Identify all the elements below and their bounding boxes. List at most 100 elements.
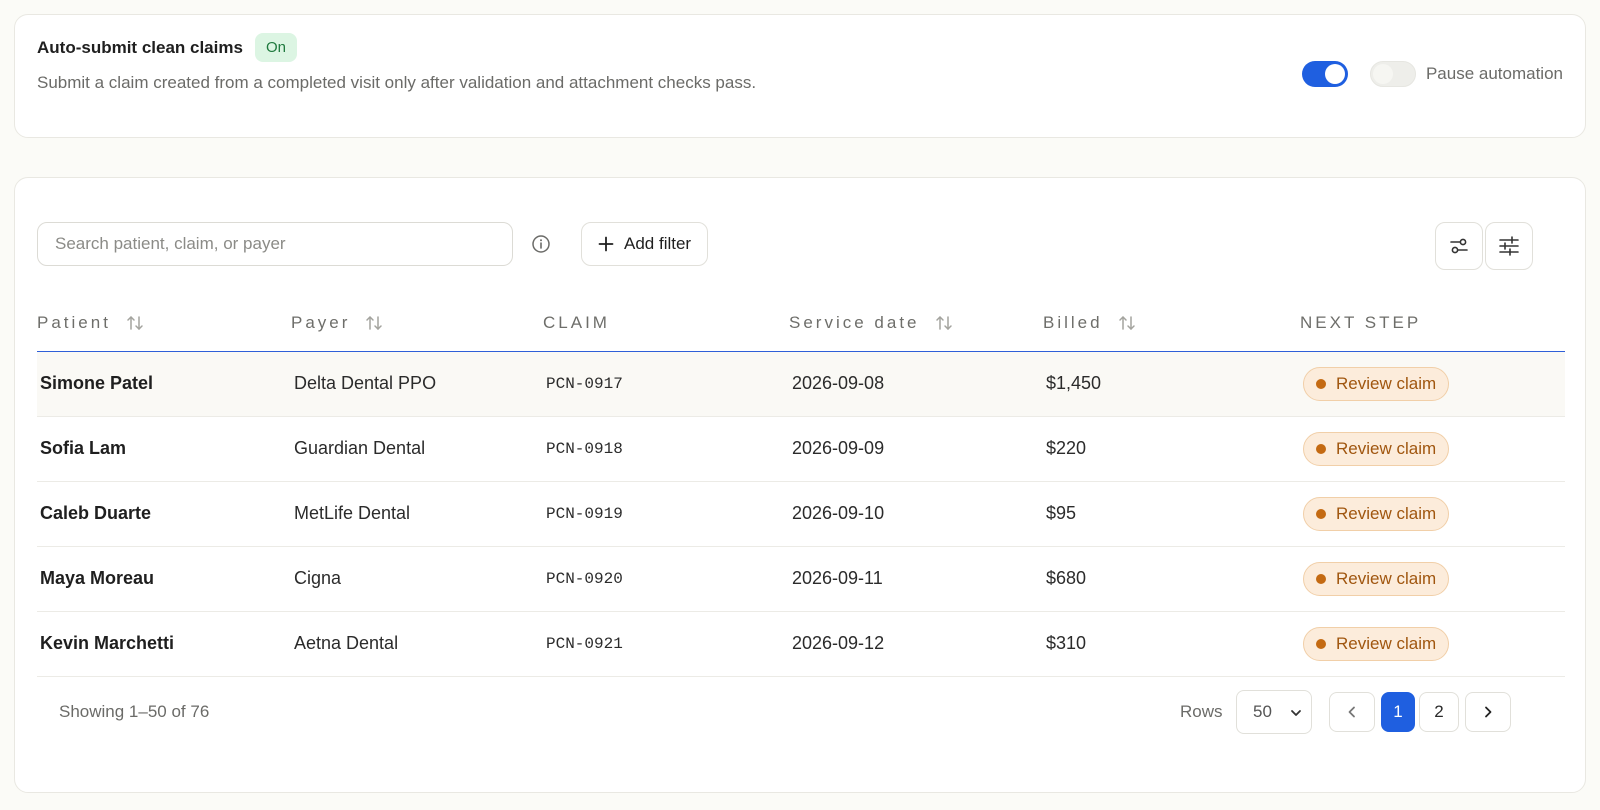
claims-table: Patient Payer CLAIM Service date Billed NEXT …: [37, 296, 1565, 677]
payer-cell: MetLife Dental: [291, 481, 543, 547]
column-header-label: Service date: [789, 313, 920, 333]
column-header: CLAIM: [543, 296, 789, 352]
next-step-label: Review claim: [1336, 633, 1437, 653]
page-2-button[interactable]: 2: [1419, 692, 1459, 732]
column-header-content: Billed: [1043, 313, 1137, 333]
info-icon[interactable]: [531, 234, 551, 254]
billed-amount-cell: $680: [1043, 546, 1300, 612]
column-header[interactable]: Patient: [37, 296, 291, 352]
rows-per-page-value: 50: [1253, 702, 1272, 721]
table-body: Simone Patel Delta Dental PPO PCN-0917 2026…: [37, 351, 1565, 677]
claim-id-cell: PCN-0918: [543, 416, 789, 482]
next-step-cell: Review claim: [1300, 481, 1565, 547]
table-header-row: Patient Payer CLAIM Service date Billed NEXT …: [37, 296, 1565, 352]
next-step-cell: Review claim: [1300, 611, 1565, 677]
status-dot-icon: [1316, 378, 1326, 389]
service-date-cell: 2026-09-08: [789, 351, 1043, 417]
column-header-label: Patient: [37, 313, 111, 333]
review-claim-button[interactable]: Review claim: [1303, 366, 1450, 401]
next-page-button[interactable]: [1465, 692, 1511, 732]
add-filter-label: Add filter: [624, 234, 692, 253]
billed-amount-cell: $1,450: [1043, 351, 1300, 417]
column-header: NEXT STEP: [1300, 296, 1565, 352]
sliders-icon: [1450, 238, 1468, 254]
chevron-down-icon: [1291, 710, 1301, 716]
review-claim-button[interactable]: Review claim: [1303, 561, 1450, 596]
next-step-label: Review claim: [1336, 438, 1437, 458]
sort-icon[interactable]: [1117, 314, 1137, 332]
next-step-label: Review claim: [1336, 373, 1437, 393]
column-header-label: Billed: [1043, 313, 1103, 333]
table-row[interactable]: Maya Moreau Cigna PCN-0920 2026-09-11 $680 Re…: [37, 546, 1565, 612]
column-header[interactable]: Service date: [789, 296, 1043, 352]
review-claim-button[interactable]: Review claim: [1303, 626, 1450, 661]
page-1-button[interactable]: 1: [1381, 692, 1415, 732]
column-header-content: NEXT STEP: [1300, 313, 1421, 333]
patient-cell: Maya Moreau: [37, 546, 291, 612]
search-input[interactable]: [37, 222, 513, 266]
column-header-label: Payer: [291, 313, 351, 333]
service-date-cell: 2026-09-09: [789, 416, 1043, 482]
review-claim-button[interactable]: Review claim: [1303, 496, 1450, 531]
sort-icon[interactable]: [125, 314, 145, 332]
sort-icon[interactable]: [364, 314, 384, 332]
previous-page-button[interactable]: [1329, 692, 1375, 732]
column-header-content: Payer: [291, 313, 384, 333]
next-step-cell: Review claim: [1300, 546, 1565, 612]
rows-per-page-select[interactable]: 50: [1236, 690, 1312, 734]
automation-controls: Pause automation: [1301, 61, 1563, 87]
payer-cell: Cigna: [291, 546, 543, 612]
column-header-label: NEXT STEP: [1300, 313, 1422, 333]
plus-icon: [598, 236, 614, 252]
chevron-left-icon: [1348, 706, 1355, 718]
auto-submit-toggle[interactable]: [1301, 61, 1348, 87]
add-filter-button[interactable]: Add filter: [581, 222, 709, 266]
claim-id-cell: PCN-0917: [543, 351, 789, 417]
pause-automation-control: Pause automation: [1369, 61, 1563, 87]
column-header-content: Service date: [789, 313, 954, 333]
claims-table-card: Add filter Patient Payer CLAIM Service date…: [14, 177, 1586, 793]
billed-amount-cell: $310: [1043, 611, 1300, 677]
status-dot-icon: [1316, 638, 1326, 649]
patient-cell: Caleb Duarte: [37, 481, 291, 547]
table-row[interactable]: Sofia Lam Guardian Dental PCN-0918 2026-09-…: [37, 416, 1565, 482]
column-header[interactable]: Billed: [1043, 296, 1300, 352]
next-step-label: Review claim: [1336, 503, 1437, 523]
table-header: Patient Payer CLAIM Service date Billed NEXT …: [37, 296, 1565, 352]
patient-cell: Simone Patel: [37, 351, 291, 417]
status-badge: On: [254, 33, 297, 62]
service-date-cell: 2026-09-10: [789, 481, 1043, 547]
column-header[interactable]: Payer: [291, 296, 543, 352]
next-step-cell: Review claim: [1300, 416, 1565, 482]
service-date-cell: 2026-09-12: [789, 611, 1043, 677]
service-date-cell: 2026-09-11: [789, 546, 1043, 612]
settings-sliders-icon: [1499, 236, 1519, 256]
view-options-button[interactable]: [1435, 222, 1483, 270]
automation-description: Submit a claim created from a completed …: [37, 73, 757, 92]
billed-amount-cell: $95: [1043, 481, 1300, 547]
billed-amount-cell: $220: [1043, 416, 1300, 482]
payer-cell: Delta Dental PPO: [291, 351, 543, 417]
review-claim-button[interactable]: Review claim: [1303, 431, 1450, 466]
pagination-summary: Showing 1–50 of 76: [59, 702, 210, 721]
claim-id-cell: PCN-0921: [543, 611, 789, 677]
table-row[interactable]: Simone Patel Delta Dental PPO PCN-0917 2026…: [37, 351, 1565, 417]
automation-card: Auto-submit clean claims On Submit a cla…: [14, 14, 1586, 138]
payer-cell: Guardian Dental: [291, 416, 543, 482]
automation-title-row: Auto-submit clean claims On: [37, 33, 297, 62]
column-header-content: CLAIM: [543, 313, 610, 333]
claim-id-cell: PCN-0919: [543, 481, 789, 547]
table-row[interactable]: Caleb Duarte MetLife Dental PCN-0919 2026-0…: [37, 481, 1565, 547]
claim-id-cell: PCN-0920: [543, 546, 789, 612]
toggle-knob: [1372, 64, 1393, 84]
pause-automation-toggle[interactable]: [1369, 61, 1416, 87]
pause-automation-label: Pause automation: [1425, 64, 1563, 83]
column-header-content: Patient: [37, 313, 145, 333]
toggle-knob: [1324, 64, 1345, 84]
table-row[interactable]: Kevin Marchetti Aetna Dental PCN-0921 2026-…: [37, 611, 1565, 677]
patient-cell: Kevin Marchetti: [37, 611, 291, 677]
rows-per-page-label: Rows: [1180, 702, 1223, 721]
column-settings-button[interactable]: [1485, 222, 1533, 270]
patient-cell: Sofia Lam: [37, 416, 291, 482]
sort-icon[interactable]: [934, 314, 954, 332]
